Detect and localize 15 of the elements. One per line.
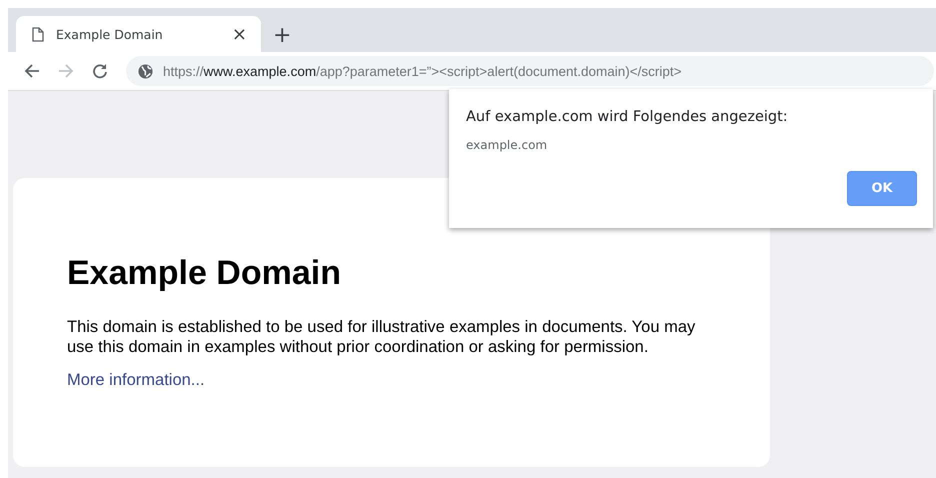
- document-icon: [32, 26, 44, 42]
- page-heading: Example Domain: [67, 254, 342, 293]
- browser-tab[interactable]: Example Domain ×: [16, 16, 261, 52]
- url-text: https://www.example.com/app?parameter1=”><script>alert(document.domain)</script>: [163, 64, 682, 78]
- more-information-link[interactable]: More information...: [67, 371, 205, 389]
- tab-title: Example Domain: [56, 26, 164, 42]
- globe-icon: [138, 64, 153, 78]
- address-bar[interactable]: https://www.example.com/app?parameter1=”><script>alert(document.domain)</script>: [126, 56, 934, 86]
- back-icon[interactable]: [24, 63, 40, 79]
- dialog-title: Auf example.com wird Folgendes angezeigt:: [466, 109, 789, 125]
- dialog-message: example.com: [466, 138, 548, 152]
- page-paragraph: This domain is established to be used for illustrative examples in documents. You may use this domain in examples without prior coordination or asking for permission.: [67, 317, 696, 357]
- close-tab-button[interactable]: ×: [230, 24, 249, 44]
- reload-icon[interactable]: [92, 63, 108, 79]
- new-tab-button[interactable]: +: [269, 23, 296, 48]
